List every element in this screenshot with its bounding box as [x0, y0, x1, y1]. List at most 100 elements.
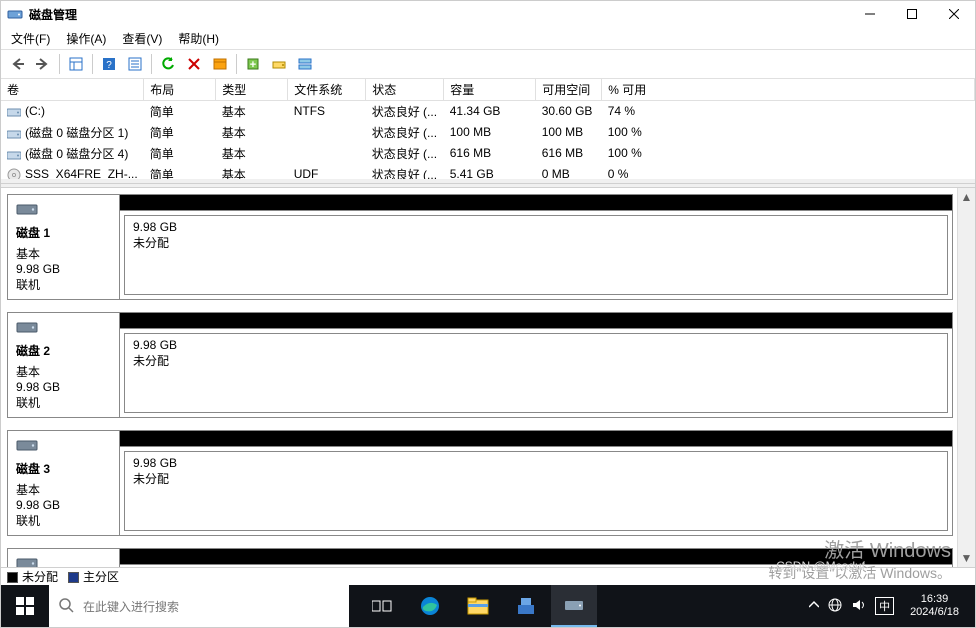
partition-state: 未分配: [133, 234, 939, 251]
cell-layout: 简单: [144, 122, 216, 143]
taskbar-search[interactable]: 在此键入进行搜索: [49, 585, 349, 627]
col-status[interactable]: 状态: [366, 79, 444, 101]
svg-text:+: +: [250, 59, 256, 71]
refresh-icon[interactable]: [156, 52, 180, 76]
menu-file[interactable]: 文件(F): [3, 28, 58, 49]
table-row[interactable]: (磁盘 0 磁盘分区 4)简单基本状态良好 (...616 MB616 MB10…: [1, 143, 975, 164]
ime-indicator[interactable]: 中: [875, 597, 894, 615]
help-icon[interactable]: ?: [97, 52, 121, 76]
start-button[interactable]: [1, 585, 49, 627]
col-pct[interactable]: % 可用: [602, 79, 975, 101]
window-buttons: [849, 1, 975, 28]
disk-graph: 9.98 GB未分配: [120, 313, 952, 417]
tray-chevron-up-icon[interactable]: [809, 600, 819, 613]
attach-vhd-icon[interactable]: [267, 52, 291, 76]
disk-name: 磁盘 1: [16, 224, 111, 241]
view-list-icon[interactable]: [64, 52, 88, 76]
table-row[interactable]: (磁盘 0 磁盘分区 1)简单基本状态良好 (...100 MB100 MB10…: [1, 122, 975, 143]
col-type[interactable]: 类型: [216, 79, 288, 101]
cell-free: 100 MB: [536, 122, 602, 143]
legend-unallocated: 未分配: [7, 568, 58, 585]
disk-type: 基本: [16, 481, 111, 498]
table-row[interactable]: SSS_X64FRE_ZH-...简单基本UDF状态良好 (...5.41 GB…: [1, 164, 975, 183]
disk-row[interactable]: 磁盘 3基本9.98 GB联机9.98 GB未分配: [7, 430, 953, 536]
network-icon[interactable]: [827, 598, 843, 615]
partition[interactable]: 9.98 GB未分配: [124, 215, 948, 295]
file-explorer-icon[interactable]: [455, 585, 501, 627]
minimize-button[interactable]: [849, 1, 891, 28]
toolbar-separator: [59, 54, 60, 74]
scroll-track[interactable]: [958, 206, 975, 549]
toolbar-separator: [236, 54, 237, 74]
disk-graph: [120, 549, 952, 567]
col-volume[interactable]: 卷: [1, 79, 144, 101]
svg-text:?: ?: [106, 60, 112, 71]
menu-help[interactable]: 帮助(H): [170, 28, 227, 49]
detach-vhd-icon[interactable]: [293, 52, 317, 76]
cell-pct: 0 %: [602, 164, 975, 183]
disk-graph: 9.98 GB未分配: [120, 431, 952, 535]
disk-size: 9.98 GB: [16, 262, 111, 276]
disk-body: 9.98 GB未分配: [120, 211, 952, 299]
cell-free: 30.60 GB: [536, 100, 602, 122]
cell-capacity: 5.41 GB: [444, 164, 536, 183]
disk-graphical-pane: 磁盘 1基本9.98 GB联机9.98 GB未分配磁盘 2基本9.98 GB联机…: [1, 188, 975, 567]
cell-status: 状态良好 (...: [366, 122, 444, 143]
legend: 未分配 主分区: [1, 567, 975, 585]
cell-capacity: 616 MB: [444, 143, 536, 164]
close-button[interactable]: [933, 1, 975, 28]
col-layout[interactable]: 布局: [144, 79, 216, 101]
disk-row[interactable]: 磁盘 2基本9.98 GB联机9.98 GB未分配: [7, 312, 953, 418]
disk-management-taskbar-icon[interactable]: [551, 585, 597, 627]
disk-status: 联机: [16, 512, 111, 529]
system-tray: 中 16:39 2024/6/18: [801, 585, 975, 627]
volume-icon[interactable]: [851, 598, 867, 615]
disk-header-bar: [120, 549, 952, 565]
server-manager-icon[interactable]: [503, 585, 549, 627]
table-row[interactable]: (C:)简单基本NTFS状态良好 (...41.34 GB30.60 GB74 …: [1, 100, 975, 122]
col-free[interactable]: 可用空间: [536, 79, 602, 101]
legend-primary: 主分区: [68, 568, 119, 585]
disk-icon: [16, 437, 38, 456]
properties-icon[interactable]: [123, 52, 147, 76]
cell-fs: NTFS: [288, 100, 366, 122]
swatch-unallocated-icon: [7, 572, 18, 583]
cell-layout: 简单: [144, 143, 216, 164]
delete-icon[interactable]: [182, 52, 206, 76]
partition[interactable]: 9.98 GB未分配: [124, 333, 948, 413]
disk-row[interactable]: 磁盘 1基本9.98 GB联机9.98 GB未分配: [7, 194, 953, 300]
scroll-down-icon[interactable]: ▼: [958, 549, 975, 567]
disk-row[interactable]: 磁盘 4: [7, 548, 953, 567]
maximize-button[interactable]: [891, 1, 933, 28]
cell-layout: 简单: [144, 100, 216, 122]
scroll-up-icon[interactable]: ▲: [958, 188, 975, 206]
col-fs[interactable]: 文件系统: [288, 79, 366, 101]
edge-app-icon[interactable]: [407, 585, 453, 627]
disk-icon: [16, 319, 38, 338]
partition[interactable]: 9.98 GB未分配: [124, 451, 948, 531]
col-capacity[interactable]: 容量: [444, 79, 536, 101]
cell-pct: 100 %: [602, 143, 975, 164]
app-icon: [7, 6, 23, 22]
tray-date: 2024/6/18: [910, 606, 959, 619]
disk-type: 基本: [16, 245, 111, 262]
menu-view[interactable]: 查看(V): [114, 28, 170, 49]
settings-icon[interactable]: [208, 52, 232, 76]
disk-header-bar: [120, 313, 952, 329]
cell-pct: 100 %: [602, 122, 975, 143]
cell-volume: (磁盘 0 磁盘分区 4): [1, 143, 144, 164]
task-view-button[interactable]: [359, 585, 405, 627]
tray-clock[interactable]: 16:39 2024/6/18: [902, 593, 967, 619]
disk-header-bar: [120, 431, 952, 447]
back-button[interactable]: [5, 52, 29, 76]
cell-fs: UDF: [288, 164, 366, 183]
vertical-scrollbar[interactable]: ▲ ▼: [957, 188, 975, 567]
menu-action[interactable]: 操作(A): [58, 28, 114, 49]
disk-label-panel: 磁盘 3基本9.98 GB联机: [8, 431, 120, 535]
cell-capacity: 41.34 GB: [444, 100, 536, 122]
volume-list-pane[interactable]: 卷 布局 类型 文件系统 状态 容量 可用空间 % 可用 (C:)简单基本NTF…: [1, 79, 975, 183]
disk-status: 联机: [16, 394, 111, 411]
forward-button[interactable]: [31, 52, 55, 76]
new-volume-icon[interactable]: +: [241, 52, 265, 76]
cell-volume: SSS_X64FRE_ZH-...: [1, 164, 144, 183]
